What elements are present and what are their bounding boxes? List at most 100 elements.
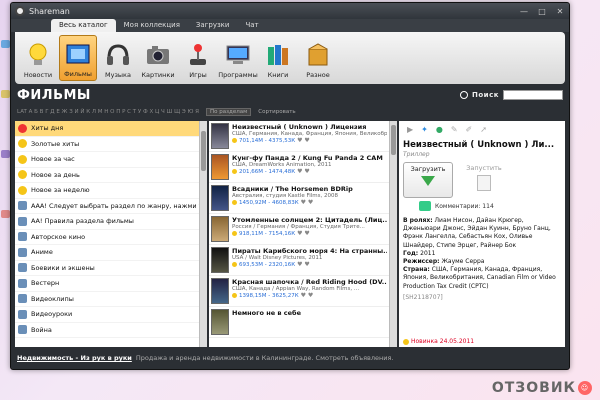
alphabet-letters[interactable]: LAT А Б В Г Д Е Ж З И Й К Л М Н О П Р С … <box>17 109 199 115</box>
title-bar[interactable]: Shareman — □ ✕ <box>11 3 569 19</box>
minimize-icon[interactable]: — <box>515 4 533 18</box>
toolbar-pictures-button[interactable]: Картинки <box>139 35 177 81</box>
list-item[interactable]: Вестерн <box>15 276 199 292</box>
play-icon[interactable]: ▶ <box>407 125 413 136</box>
list-item[interactable]: Боевики и экшены <box>15 261 199 276</box>
search-label: Поиск <box>472 91 499 99</box>
books-icon <box>268 45 288 65</box>
toolbar-music-button[interactable]: Музыка <box>99 35 137 81</box>
list-item[interactable]: ААА! Следует выбрать раздел по жанру, на… <box>15 199 199 214</box>
search-input[interactable] <box>503 90 563 100</box>
desktop-icon[interactable] <box>1 150 10 158</box>
folder-icon <box>18 232 27 242</box>
watermark: ОТЗОВИК ☺ <box>492 380 592 396</box>
app-window: Shareman — □ ✕ Весь каталог Моя коллекци… <box>10 2 570 370</box>
table-row[interactable]: Пираты Карибского моря 4: На странны... U… <box>209 245 389 276</box>
category-list-pane: Хиты дня Золотые хиты Новое за час Новое… <box>15 121 207 347</box>
window-title: Shareman <box>29 6 70 16</box>
section-header: Фильмы Поиск <box>11 84 569 106</box>
bulb-icon <box>18 139 27 149</box>
bulb-icon <box>18 154 27 164</box>
toolbar-games-button[interactable]: Игры <box>179 35 217 81</box>
list-item[interactable]: Золотые хиты <box>15 137 199 152</box>
list-item[interactable]: Видеоклипы <box>15 292 199 307</box>
detail-info: В ролях: Лиам Нисон, Дайан Крюгер, Джень… <box>403 217 561 302</box>
folder-icon <box>18 263 27 273</box>
list-item[interactable]: АА! Правила раздела фильмы <box>15 214 199 230</box>
toolbar-programs-button[interactable]: Программы <box>218 35 258 81</box>
toolbar-films-button[interactable]: Фильмы <box>59 35 97 81</box>
detail-pane: ▶ ✦ ● ✎ ✐ ➚ Неизвестный ( Unknown ) Ли..… <box>399 121 565 347</box>
folder-icon <box>18 278 27 288</box>
list-item[interactable]: Война <box>15 323 199 338</box>
rating-icon[interactable]: ♥ ♥ <box>297 261 310 268</box>
share-icon[interactable]: ✦ <box>421 125 428 136</box>
poster-image <box>211 154 229 180</box>
poster-image <box>211 216 229 242</box>
desktop-icon[interactable] <box>1 210 10 218</box>
tab-catalog[interactable]: Весь каталог <box>51 19 116 32</box>
search-icon <box>460 91 469 99</box>
category-scrollbar[interactable] <box>199 121 207 347</box>
category-toolbar: Новости Фильмы Музыка Картинки Игры Прог… <box>15 32 565 84</box>
folder-icon <box>18 247 27 257</box>
info-icon[interactable]: ● <box>436 125 443 136</box>
toolbar-news-button[interactable]: Новости <box>19 35 57 81</box>
detail-title: Неизвестный ( Unknown ) Ли... <box>403 140 555 150</box>
tab-downloads[interactable]: Загрузки <box>188 19 238 32</box>
desktop-icon[interactable] <box>1 90 10 98</box>
export-icon[interactable]: ➚ <box>480 125 487 136</box>
rating-icon[interactable]: ♥ ♥ <box>297 137 310 144</box>
poster-image <box>211 278 229 304</box>
toolbar-label: Картинки <box>141 71 175 79</box>
table-row[interactable]: Всадники / The Horsemen BDRip Австралия, … <box>209 183 389 214</box>
rating-icon[interactable]: ♥ ♥ <box>297 230 310 237</box>
close-icon[interactable]: ✕ <box>551 4 569 18</box>
computer-icon <box>226 45 250 64</box>
film-scrollbar[interactable] <box>389 121 397 347</box>
list-item[interactable]: Хиты дня <box>15 121 199 137</box>
release-id: [SH2118707] <box>403 293 443 301</box>
heart-icon <box>18 123 27 133</box>
list-item[interactable]: Новое за неделю <box>15 183 199 199</box>
rating-icon[interactable]: ♥ ♥ <box>297 168 310 175</box>
download-button[interactable]: Загрузить <box>403 162 453 198</box>
edit-icon[interactable]: ✎ <box>451 125 458 136</box>
app-logo-icon <box>15 6 25 16</box>
detail-actions: ▶ ✦ ● ✎ ✐ ➚ <box>403 125 561 136</box>
table-row[interactable]: Неизвестный ( Unknown ) Лицензия США, Гер… <box>209 121 389 152</box>
main-tabs: Весь каталог Моя коллекция Загрузки Чат <box>11 19 569 32</box>
maximize-icon[interactable]: □ <box>533 4 551 18</box>
comments-link[interactable]: Комментарии: 114 <box>403 201 561 211</box>
by-section-button[interactable]: По разделам <box>206 107 252 116</box>
smile-icon: ☺ <box>578 381 592 395</box>
toolbar-label: Новости <box>23 71 53 79</box>
desktop-icon[interactable] <box>1 40 10 48</box>
table-row[interactable]: Утомленные солнцем 2: Цитадель (Лиц... Ро… <box>209 214 389 245</box>
poster-image <box>211 309 229 335</box>
list-item[interactable]: Авторское кино <box>15 230 199 245</box>
headphones-icon <box>107 44 129 65</box>
sort-button[interactable]: Сортировать <box>258 109 295 115</box>
toolbar-label: Разное <box>306 71 330 79</box>
run-button[interactable]: Запустить <box>459 162 509 198</box>
rating-icon[interactable]: ♥ ♥ <box>301 199 314 206</box>
list-item[interactable]: Аниме <box>15 245 199 261</box>
table-row[interactable]: Немного не в себе <box>209 307 389 338</box>
table-row[interactable]: Кунг-фу Панда 2 / Kung Fu Panda 2 CAM США… <box>209 152 389 183</box>
rating-icon[interactable]: ♥ ♥ <box>301 292 314 299</box>
list-item[interactable]: Новое за день <box>15 168 199 183</box>
bookmark-icon[interactable]: ✐ <box>466 125 473 136</box>
list-item[interactable]: Видеоуроки <box>15 307 199 323</box>
folder-icon <box>18 294 27 304</box>
toolbar-books-button[interactable]: Книги <box>259 35 297 81</box>
tab-collection[interactable]: Моя коллекция <box>116 19 188 32</box>
detail-genre: Триллер <box>403 151 430 158</box>
content-panes: Хиты дня Золотые хиты Новое за час Новое… <box>15 121 565 347</box>
table-row[interactable]: Красная шапочка / Red Riding Hood (DV...… <box>209 276 389 307</box>
list-item[interactable]: Новое за час <box>15 152 199 168</box>
search-box: Поиск <box>460 90 563 100</box>
toolbar-misc-button[interactable]: Разное <box>299 35 337 81</box>
ad-link[interactable]: Недвижимость - Из рук в руки <box>17 354 132 362</box>
tab-chat[interactable]: Чат <box>237 19 266 32</box>
